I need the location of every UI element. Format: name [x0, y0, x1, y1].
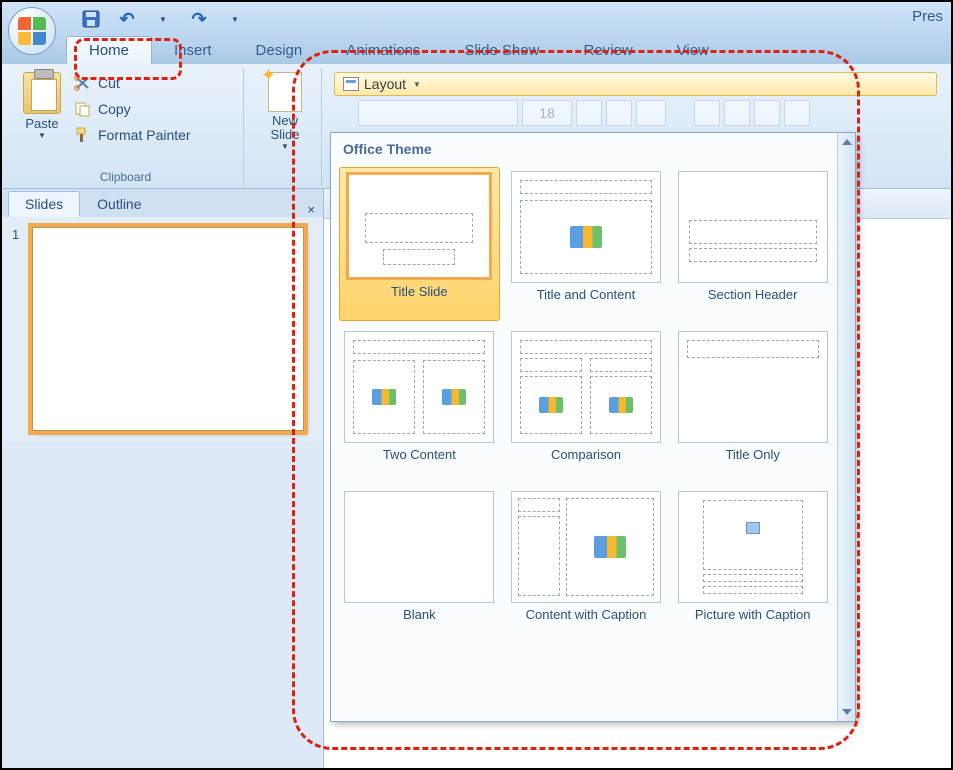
undo-button[interactable]: ↶ — [116, 8, 138, 30]
layout-option-blank[interactable]: Blank — [339, 487, 500, 641]
save-icon — [82, 10, 100, 28]
layout-option-title-only[interactable]: Title Only — [672, 327, 833, 481]
slides-group: New Slide ▼ — [248, 68, 322, 186]
layout-option-label: Content with Caption — [526, 607, 647, 637]
cut-label: Cut — [98, 75, 120, 91]
align-left-icon — [754, 100, 780, 126]
title-bar: ↶ ▼ ↷ ▼ Pres — [2, 2, 951, 36]
slides-panel: Slides Outline × 1 — [2, 189, 324, 768]
numbering-icon — [724, 100, 750, 126]
layout-option-label: Picture with Caption — [695, 607, 811, 637]
tab-home[interactable]: Home — [66, 36, 152, 64]
layout-option-label: Title and Content — [537, 287, 636, 317]
qat-dropdown[interactable]: ▼ — [152, 8, 174, 30]
chevron-down-icon: ▼ — [413, 80, 421, 89]
slide-preview — [32, 227, 304, 431]
qat-customize[interactable]: ▼ — [224, 8, 246, 30]
layout-thumb-icon — [346, 172, 492, 280]
layout-gallery: Office Theme Title Slide Title and Conten… — [330, 132, 856, 722]
layout-icon — [343, 77, 359, 91]
cut-button[interactable]: Cut — [74, 72, 191, 94]
outline-tab[interactable]: Outline — [80, 191, 158, 217]
tab-insert[interactable]: Insert — [152, 37, 234, 64]
format-painter-label: Format Painter — [98, 127, 191, 143]
copy-button[interactable]: Copy — [74, 98, 191, 120]
layout-option-label: Title Only — [725, 447, 779, 477]
layout-thumb-icon — [678, 491, 828, 603]
panel-tabs: Slides Outline × — [2, 189, 323, 217]
layout-option-picture-caption[interactable]: Picture with Caption — [672, 487, 833, 641]
chevron-down-icon: ▼ — [231, 15, 239, 24]
layout-thumb-icon — [344, 491, 494, 603]
layout-option-comparison[interactable]: Comparison — [506, 327, 667, 481]
paste-button[interactable]: Paste ▼ — [16, 70, 68, 146]
layout-thumb-icon — [344, 331, 494, 443]
clipboard-group-label: Clipboard — [8, 170, 243, 184]
clipboard-group: Paste ▼ Cut Copy — [8, 68, 244, 186]
quick-access-toolbar: ↶ ▼ ↷ ▼ — [80, 8, 246, 30]
paintbrush-icon — [74, 127, 92, 143]
undo-icon: ↶ — [119, 9, 134, 30]
tab-design[interactable]: Design — [234, 37, 325, 64]
layout-thumb-icon — [511, 331, 661, 443]
layout-option-title[interactable]: Title Slide — [339, 167, 500, 321]
layout-option-content-caption[interactable]: Content with Caption — [506, 487, 667, 641]
gallery-header: Office Theme — [331, 133, 855, 163]
clear-format-icon — [636, 100, 666, 126]
layout-option-label: Comparison — [551, 447, 621, 477]
layout-thumb-icon — [511, 171, 661, 283]
grow-font-icon — [576, 100, 602, 126]
layout-thumb-icon — [511, 491, 661, 603]
layout-thumb-icon — [678, 171, 828, 283]
layout-label: Layout — [364, 76, 406, 92]
ribbon-tabs: Home Insert Design Animations Slide Show… — [2, 36, 951, 64]
font-size-box: 18 — [522, 100, 572, 126]
office-logo-icon — [18, 17, 46, 45]
panel-close-button[interactable]: × — [307, 202, 315, 217]
chevron-down-icon: ▼ — [159, 15, 167, 24]
new-slide-label: New Slide — [271, 114, 300, 142]
tab-review[interactable]: Review — [561, 37, 654, 64]
tab-slide-show[interactable]: Slide Show — [442, 37, 561, 64]
paste-icon — [23, 72, 61, 114]
gallery-scrollbar[interactable] — [837, 133, 855, 721]
layout-thumb-icon — [678, 331, 828, 443]
paste-label: Paste — [25, 116, 58, 131]
shrink-font-icon — [606, 100, 632, 126]
layout-option-label: Title Slide — [391, 284, 448, 314]
redo-button[interactable]: ↷ — [188, 8, 210, 30]
chevron-down-icon: ▼ — [281, 142, 289, 151]
font-controls-disabled: 18 — [358, 100, 937, 126]
tab-animations[interactable]: Animations — [324, 37, 442, 64]
align-center-icon — [784, 100, 810, 126]
slides-tab[interactable]: Slides — [8, 191, 80, 217]
copy-icon — [74, 101, 92, 117]
office-button[interactable] — [8, 7, 56, 55]
slide-thumbnail[interactable]: 1 — [12, 227, 313, 431]
slide-number: 1 — [12, 227, 26, 431]
bullets-icon — [694, 100, 720, 126]
font-family-box — [358, 100, 518, 126]
tab-view[interactable]: View — [655, 37, 731, 64]
layout-option-title-content[interactable]: Title and Content — [506, 167, 667, 321]
new-slide-icon — [268, 72, 302, 112]
document-title: Pres — [912, 8, 943, 25]
thumbnails-area: 1 — [2, 217, 323, 441]
save-button[interactable] — [80, 8, 102, 30]
layout-option-two-content[interactable]: Two Content — [339, 327, 500, 481]
layout-button[interactable]: Layout ▼ — [334, 72, 937, 96]
layout-option-label: Section Header — [708, 287, 798, 317]
redo-icon: ↷ — [191, 9, 206, 30]
scissors-icon — [74, 75, 92, 91]
layout-option-label: Blank — [403, 607, 436, 637]
layout-option-label: Two Content — [383, 447, 456, 477]
chevron-down-icon: ▼ — [38, 131, 46, 140]
copy-label: Copy — [98, 101, 131, 117]
format-painter-button[interactable]: Format Painter — [74, 124, 191, 146]
layout-option-section[interactable]: Section Header — [672, 167, 833, 321]
gallery-grid: Title Slide Title and Content Section Head… — [331, 163, 855, 647]
new-slide-button[interactable]: New Slide ▼ — [256, 70, 314, 151]
